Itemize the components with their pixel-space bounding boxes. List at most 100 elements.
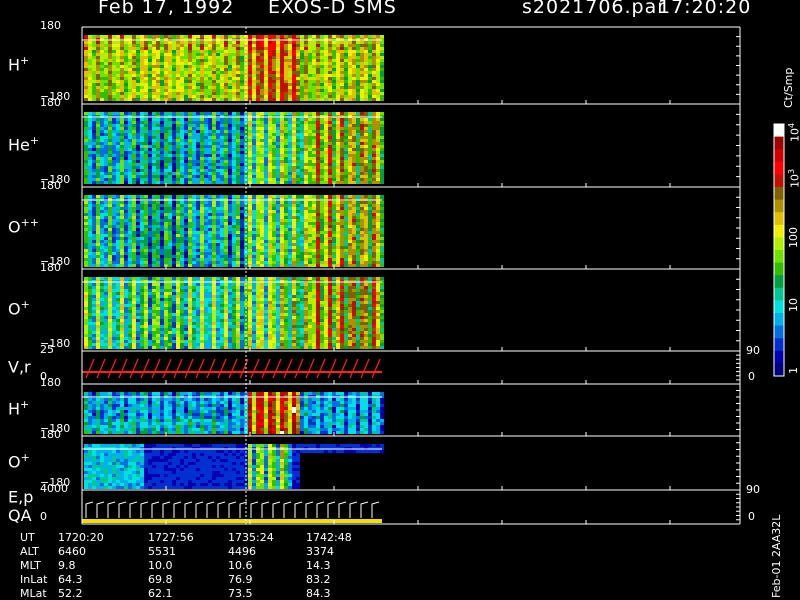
- spectrogram-cell: [124, 89, 128, 92]
- spectrogram-cell: [196, 44, 200, 47]
- spectrogram-cell: [176, 160, 180, 163]
- spectrogram-cell: [312, 160, 316, 163]
- spectrogram-cell: [132, 89, 136, 92]
- spectrogram-cell: [336, 252, 340, 255]
- spectrogram-cell: [320, 136, 324, 139]
- spectrogram-cell: [136, 166, 140, 169]
- spectrogram-cell: [224, 62, 228, 65]
- spectrogram-cell: [124, 166, 128, 169]
- spectrogram-cell: [376, 59, 380, 62]
- spectrogram-cell: [88, 95, 92, 98]
- spectrogram-cell: [164, 195, 168, 198]
- spectrogram-cell: [148, 74, 152, 77]
- spectrogram-cell: [100, 163, 104, 166]
- spectrogram-cell: [108, 160, 112, 163]
- spectrogram-cell: [328, 89, 332, 92]
- spectrogram-cell: [324, 201, 328, 204]
- spectrogram-cell: [284, 166, 288, 169]
- spectrogram-cell: [172, 157, 176, 160]
- spectrogram-cell: [156, 124, 160, 127]
- spectrogram-cell: [152, 145, 156, 148]
- spectrogram-cell: [108, 145, 112, 148]
- spectrogram-cell: [148, 178, 152, 181]
- spectrogram-cell: [160, 47, 164, 50]
- spectrogram-cell: [316, 172, 320, 175]
- spectrogram-cell: [220, 243, 224, 246]
- spectrogram-cell: [260, 47, 264, 50]
- spectrogram-cell: [264, 74, 268, 77]
- spectrogram-cell: [196, 243, 200, 246]
- spectrogram-cell: [300, 89, 304, 92]
- spectrogram-cell: [248, 249, 252, 252]
- spectrogram-cell: [328, 258, 332, 261]
- spectrogram-cell: [84, 216, 88, 219]
- spectrogram-cell: [312, 231, 316, 234]
- spectrogram-cell: [148, 68, 152, 71]
- spectrogram-cell: [172, 95, 176, 98]
- spectrogram-cell: [336, 62, 340, 65]
- spectrogram-cell: [216, 151, 220, 154]
- spectrogram-cell: [176, 243, 180, 246]
- spectrogram-cell: [284, 142, 288, 145]
- spectrogram-cell: [344, 77, 348, 80]
- spectrogram-cell: [160, 95, 164, 98]
- spectrogram-cell: [140, 237, 144, 240]
- spectrogram-cell: [112, 237, 116, 240]
- spectrogram-cell: [180, 74, 184, 77]
- spectrogram-cell: [340, 44, 344, 47]
- spectrogram-cell: [240, 112, 244, 115]
- spectrogram-cell: [208, 121, 212, 124]
- spectrogram-cell: [100, 139, 104, 142]
- spectrogram-cell: [300, 222, 304, 225]
- spectrogram-cell: [236, 139, 240, 142]
- spectrogram-cell: [380, 139, 384, 142]
- spectrogram-cell: [328, 133, 332, 136]
- spectrogram-cell: [364, 74, 368, 77]
- spectrogram-cell: [336, 160, 340, 163]
- spectrogram-cell: [200, 240, 204, 243]
- spectrogram-cell: [256, 47, 260, 50]
- spectrogram-cell: [344, 68, 348, 71]
- spectrogram-cell: [112, 112, 116, 115]
- spectrogram-cell: [364, 71, 368, 74]
- spectrogram-cell: [276, 258, 280, 261]
- spectrogram-cell: [256, 246, 260, 249]
- spectrogram-cell: [140, 47, 144, 50]
- spectrogram-cell: [300, 201, 304, 204]
- spectrogram-cell: [192, 213, 196, 216]
- spectrogram-cell: [204, 65, 208, 68]
- spectrogram-cell: [348, 86, 352, 89]
- spectrogram-cell: [212, 145, 216, 148]
- spectrogram-cell: [176, 172, 180, 175]
- spectrogram-cell: [88, 148, 92, 151]
- spectrogram-cell: [116, 204, 120, 207]
- spectrogram-cell: [324, 169, 328, 172]
- spectrogram-cell: [208, 204, 212, 207]
- spectrogram-cell: [208, 157, 212, 160]
- spectrogram-cell: [332, 225, 336, 228]
- spectrogram-cell: [320, 92, 324, 95]
- spectrogram-cell: [324, 207, 328, 210]
- spectrogram-cell: [252, 95, 256, 98]
- spectrogram-cell: [336, 35, 340, 38]
- spectrogram-cell: [116, 207, 120, 210]
- spectrogram-cell: [248, 136, 252, 139]
- spectrogram-cell: [272, 95, 276, 98]
- spectrogram-cell: [160, 148, 164, 151]
- spectrogram-cell: [376, 92, 380, 95]
- spectrogram-cell: [84, 121, 88, 124]
- spectrogram-cell: [124, 195, 128, 198]
- spectrogram-cell: [220, 139, 224, 142]
- spectrogram-cell: [92, 234, 96, 237]
- spectrogram-cell: [164, 130, 168, 133]
- spectrogram-cell: [376, 62, 380, 65]
- spectrogram-cell: [100, 127, 104, 130]
- spectrogram-cell: [304, 148, 308, 151]
- spectrogram-cell: [280, 47, 284, 50]
- spectrogram-cell: [256, 98, 260, 101]
- spectrogram-cell: [292, 86, 296, 89]
- spectrogram-cell: [188, 243, 192, 246]
- spectrogram-cell: [344, 62, 348, 65]
- spectrogram-cell: [256, 62, 260, 65]
- spectrogram-cell: [328, 98, 332, 101]
